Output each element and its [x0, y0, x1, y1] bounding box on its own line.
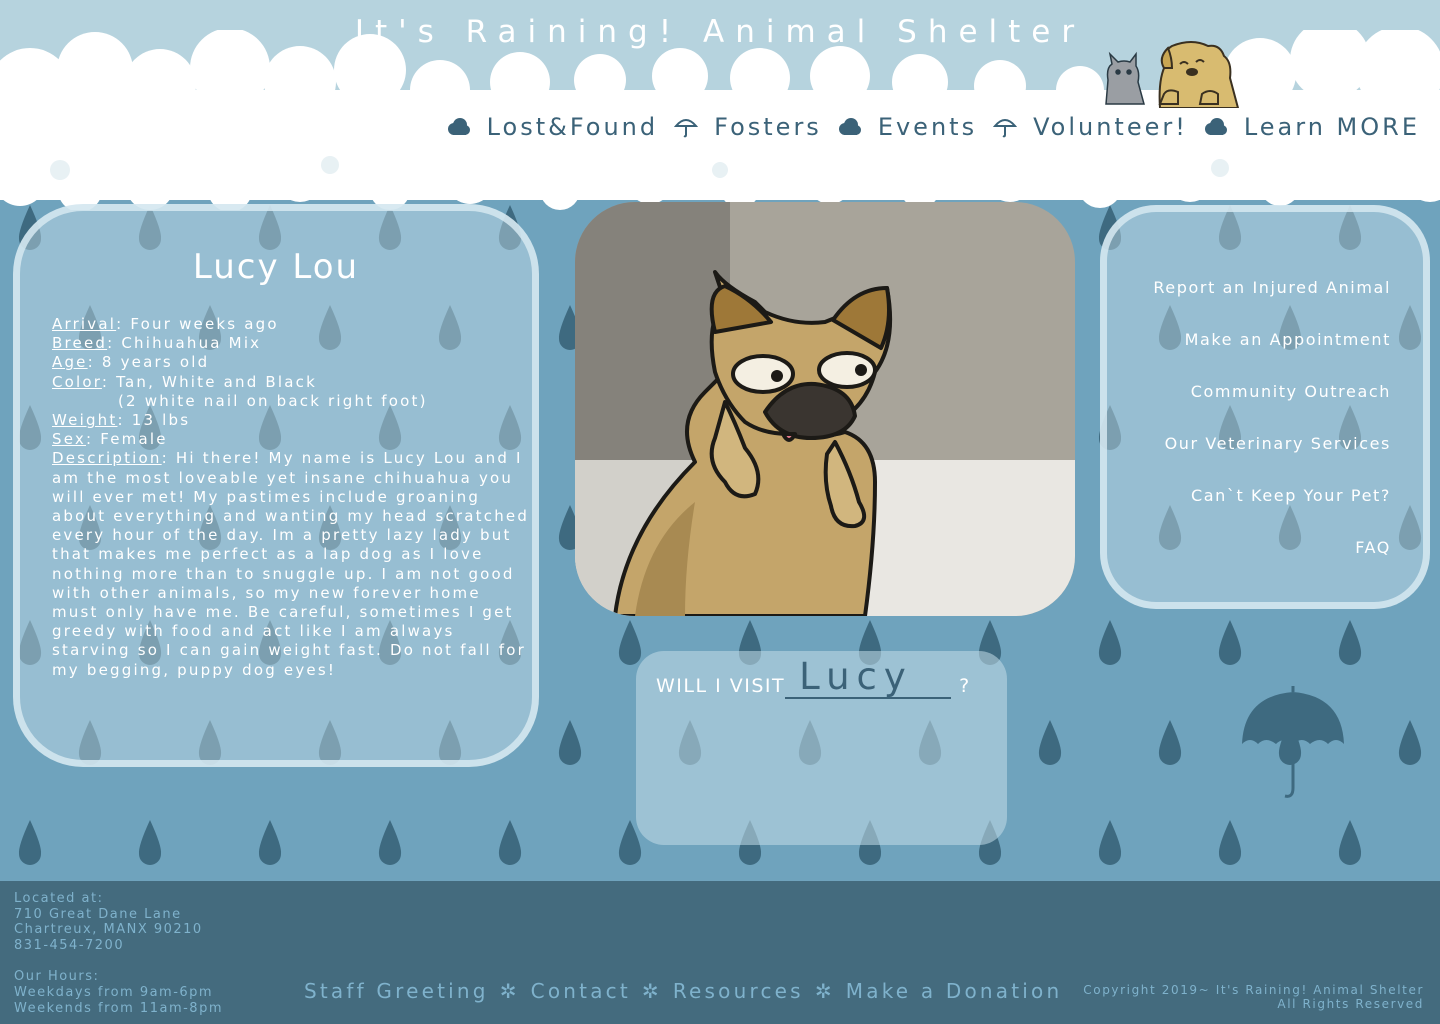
- raindrop: [1158, 720, 1182, 765]
- pet-profile-panel: Lucy Lou Arrival: Four weeks ago Breed: …: [13, 204, 539, 767]
- raindrop: [1338, 620, 1362, 665]
- link-make-appointment[interactable]: Make an Appointment: [1107, 330, 1391, 382]
- raindrop: [1098, 620, 1122, 665]
- age-label: Age: [52, 353, 88, 372]
- fact-color: Color: Tan, White and Black (2 white nail…: [52, 373, 532, 411]
- asterisk-icon: ✲: [499, 979, 520, 1003]
- hours-label: Our Hours:: [14, 969, 100, 985]
- visit-question: WILL I VISIT Lucy ?: [656, 657, 969, 699]
- breed-value: Chihuahua Mix: [121, 334, 262, 353]
- fact-sex: Sex: Female: [52, 430, 168, 449]
- raindrop: [138, 820, 162, 865]
- raindrop: [1218, 820, 1242, 865]
- arrival-label: Arrival: [52, 315, 117, 333]
- dog-mascot: [1158, 41, 1240, 108]
- nav-learn-more[interactable]: Learn MORE: [1244, 113, 1420, 141]
- hours-weekends: Weekends from 11am-8pm: [14, 1000, 223, 1016]
- umbrella-icon: [1242, 686, 1344, 798]
- main-nav: Lost&Found Fosters Events Volunteer! Lea…: [431, 110, 1420, 144]
- asterisk-icon: ✲: [641, 979, 662, 1003]
- color-note: (2 white nail on back right foot): [118, 391, 428, 410]
- age-value: 8 years old: [101, 353, 210, 372]
- link-community-outreach[interactable]: Community Outreach: [1107, 382, 1391, 434]
- side-links-panel: Report an Injured Animal Make an Appoint…: [1100, 205, 1430, 609]
- hours-weekdays: Weekdays from 9am-6pm: [14, 984, 214, 1000]
- visit-suffix: ?: [959, 675, 970, 697]
- weight-label: Weight: [52, 411, 118, 430]
- pet-name: Lucy Lou: [192, 247, 360, 287]
- breed-label: Breed: [52, 334, 108, 353]
- cat-and-dog-mascots: [1105, 41, 1240, 108]
- pet-photo: [575, 202, 1075, 616]
- umbrella-icon: [992, 116, 1018, 138]
- raindrop: [618, 620, 642, 665]
- address-line-2: Chartreux, MANX 90210: [14, 922, 203, 938]
- nav-volunteer[interactable]: Volunteer!: [1033, 113, 1188, 141]
- footer-nav: Staff Greeting ✲ Contact ✲ Resources ✲ M…: [304, 979, 1062, 1003]
- raindrop: [18, 820, 42, 865]
- link-veterinary-services[interactable]: Our Veterinary Services: [1107, 434, 1391, 486]
- link-report-injured-animal[interactable]: Report an Injured Animal: [1107, 278, 1391, 330]
- link-cant-keep-pet[interactable]: Can`t Keep Your Pet?: [1107, 486, 1391, 538]
- description-label: Description: [52, 449, 162, 468]
- cloud-icon: [447, 116, 471, 138]
- pet-facts: Arrival: Four weeks ago Breed: Chihuahua…: [52, 315, 532, 680]
- arrival-value: Four weeks ago: [130, 315, 279, 333]
- raindrop: [1338, 820, 1362, 865]
- site-footer: Located at: 710 Great Dane Lane Chartreu…: [0, 881, 1440, 1024]
- phone-number[interactable]: 831-454-7200: [14, 938, 223, 954]
- cloud-icon: [1204, 116, 1228, 138]
- color-value: Tan, White and Black: [116, 372, 318, 391]
- visit-box: WILL I VISIT Lucy ?: [636, 651, 1007, 845]
- weight-value: 13 lbs: [131, 411, 191, 430]
- raindrop: [1398, 720, 1422, 765]
- raindrop: [1038, 720, 1062, 765]
- copyright: Copyright 2019~ It's Raining! Animal She…: [1083, 983, 1424, 1011]
- cloud-icon: [838, 116, 862, 138]
- fact-arrival: Arrival: Four weeks ago: [52, 315, 279, 333]
- sex-label: Sex: [52, 430, 86, 449]
- visit-prefix: WILL I VISIT: [656, 675, 786, 697]
- nav-lost-found[interactable]: Lost&Found: [487, 113, 659, 141]
- copyright-line-2: All Rights Reserved: [1277, 997, 1424, 1011]
- footer-link-staff-greeting[interactable]: Staff Greeting: [304, 979, 489, 1003]
- footer-address: Located at: 710 Great Dane Lane Chartreu…: [14, 891, 223, 1016]
- visit-pet-name[interactable]: Lucy: [785, 657, 952, 699]
- address-line-1: 710 Great Dane Lane: [14, 906, 182, 922]
- asterisk-icon: ✲: [814, 979, 835, 1003]
- side-links-list: Report an Injured Animal Make an Appoint…: [1107, 212, 1423, 590]
- raindrop: [1098, 820, 1122, 865]
- cat-mascot: [1105, 51, 1145, 105]
- fact-weight: Weight: 13 lbs: [52, 411, 191, 430]
- located-label: Located at:: [14, 891, 104, 906]
- color-label: Color: [52, 372, 102, 391]
- description-value: Hi there! My name is Lucy Lou and I am t…: [52, 449, 530, 679]
- raindrop: [498, 820, 522, 865]
- link-faq[interactable]: FAQ: [1107, 538, 1391, 590]
- fact-age: Age: 8 years old: [52, 353, 210, 372]
- raindrop: [258, 820, 282, 865]
- sex-value: Female: [100, 430, 168, 449]
- raindrop: [378, 820, 402, 865]
- footer-link-make-donation[interactable]: Make a Donation: [846, 979, 1063, 1003]
- nav-fosters[interactable]: Fosters: [714, 113, 822, 141]
- umbrella-icon: [673, 116, 699, 138]
- footer-link-resources[interactable]: Resources: [673, 979, 804, 1003]
- fact-description: Description: Hi there! My name is Lucy L…: [52, 449, 530, 679]
- nav-events[interactable]: Events: [878, 113, 977, 141]
- fact-breed: Breed: Chihuahua Mix: [52, 334, 262, 353]
- raindrop: [1218, 620, 1242, 665]
- chihuahua-illustration: [575, 202, 1075, 616]
- raindrop: [558, 720, 582, 765]
- copyright-line-1: Copyright 2019~ It's Raining! Animal She…: [1083, 983, 1424, 997]
- footer-link-contact[interactable]: Contact: [531, 979, 631, 1003]
